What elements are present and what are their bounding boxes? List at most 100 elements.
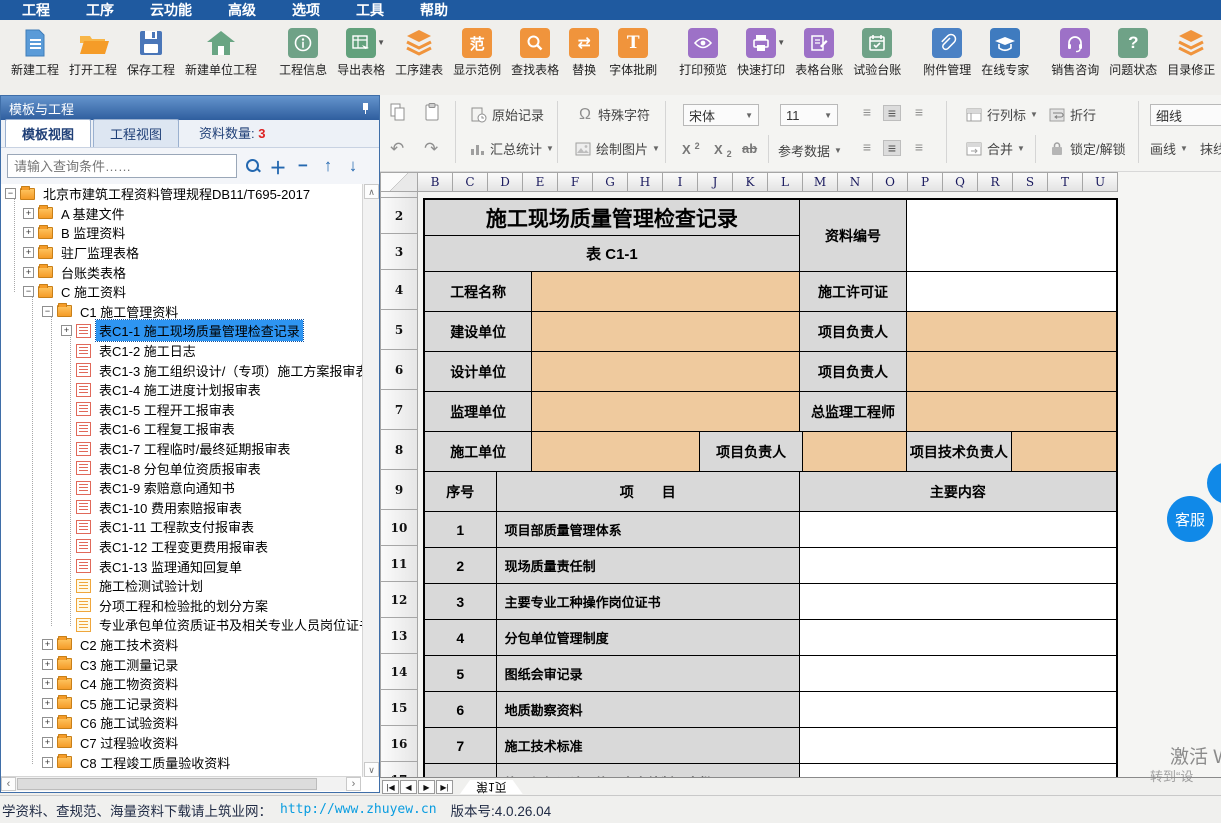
menu-help[interactable]: 帮助 [402,0,466,20]
tree-item[interactable]: 分项工程和检验批的划分方案 [1,595,363,615]
customer-service-button[interactable]: 客服 [1167,496,1213,542]
wrap-text-button[interactable]: 折行 [1048,105,1096,124]
column-header[interactable]: C [453,172,488,192]
row-header[interactable]: 14 [380,654,418,690]
expand-icon[interactable] [42,659,53,670]
tree-item[interactable]: C3 施工测量记录 [1,654,363,674]
item-content-cell[interactable] [800,548,1116,583]
tree-item[interactable]: 专业承包单位资质证书及相关专业人员岗位证书 [1,615,363,635]
label-cell[interactable]: 施工许可证 [800,272,907,311]
item-no-cell[interactable]: 3 [425,584,497,619]
row-header[interactable]: 11 [380,546,418,582]
column-header[interactable]: I [663,172,698,192]
dropdown-arrow-icon[interactable] [377,38,385,47]
row-header[interactable]: 13 [380,618,418,654]
item-name-cell[interactable]: 施工技术标准 [497,728,800,763]
row-header[interactable]: 9 [380,470,418,510]
row-header[interactable]: 12 [380,582,418,618]
last-sheet-icon[interactable] [436,780,453,794]
font-name-select[interactable]: 宋体 [683,104,759,126]
first-sheet-icon[interactable] [382,780,399,794]
item-no-cell[interactable]: 7 [425,728,497,763]
item-name-cell[interactable]: 项目部质量管理体系 [497,512,800,547]
label-cell[interactable]: 项目负责人 [700,432,802,471]
next-sheet-icon[interactable] [418,780,435,794]
doc-number-value-cell[interactable] [907,200,1116,271]
sheet-tab[interactable]: 第1页 [460,780,523,794]
tree-item[interactable]: 表C1-2 施工日志 [1,341,363,361]
item-content-cell[interactable] [800,656,1116,691]
tree-item[interactable]: 表C1-6 工程复工报审表 [1,419,363,439]
label-cell[interactable]: 监理单位 [425,392,532,431]
expand-icon[interactable] [42,757,53,768]
label-cell[interactable]: 总监理工程师 [800,392,907,431]
tree-item[interactable]: C6 施工试验资料 [1,713,363,733]
menu-cloud[interactable]: 云功能 [132,0,210,20]
item-name-cell[interactable]: 主要专业工种操作岗位证书 [497,584,800,619]
column-header[interactable]: U [1083,172,1118,192]
tree-item-root[interactable]: 北京市建筑工程资料管理规程DB11/T695-2017 [1,184,363,204]
column-header[interactable]: L [768,172,803,192]
row-header[interactable]: 4 [380,270,418,310]
column-header[interactable]: S [1013,172,1048,192]
draw-picture-button[interactable]: 绘制图片 [574,139,660,158]
tab-project-view[interactable]: 工程视图 [93,119,179,147]
process-table-button[interactable]: 工序建表 [390,24,448,80]
menu-advanced[interactable]: 高级 [210,0,274,20]
tree-item-selected[interactable]: 表C1-1 施工现场质量管理检查记录 [1,321,363,341]
tree-item[interactable]: 表C1-13 监理通知回复单 [1,556,363,576]
item-content-cell[interactable] [800,584,1116,619]
catalog-fix-button[interactable]: 目录修正 [1162,24,1220,80]
column-header[interactable]: H [628,172,663,192]
online-expert-button[interactable]: 在线专家 [976,24,1034,80]
form-title-block[interactable]: 施工现场质量管理检查记录 表 C1-1 [425,200,800,271]
align-top-button[interactable] [858,105,876,121]
item-name-cell[interactable]: 地质勘察资料 [497,692,800,727]
list-header-content[interactable]: 主要内容 [800,472,1116,511]
copy-button[interactable] [390,103,406,121]
attachment-button[interactable]: 附件管理 [918,24,976,80]
item-content-cell[interactable] [800,728,1116,763]
scroll-down-icon[interactable]: ∨ [364,762,379,777]
list-header-item[interactable]: 项 目 [497,472,800,511]
expand-icon[interactable] [42,639,53,650]
row-header[interactable]: 6 [380,350,418,390]
tree-horizontal-scrollbar[interactable]: ‹ › [1,776,361,791]
select-all-corner[interactable] [380,172,418,192]
item-name-cell[interactable]: 施工组织设计、施工方案编制及审批 [497,764,800,777]
font-brush-button[interactable]: 字体批刷 [604,24,662,80]
tree-item[interactable]: C5 施工记录资料 [1,693,363,713]
line-style-select[interactable]: 细线 [1150,104,1221,126]
rowcol-header-button[interactable]: 行列标 [965,105,1038,124]
special-char-button[interactable]: Ω特殊字符 [576,105,650,124]
replace-button[interactable]: 替换 [564,24,604,80]
item-no-cell[interactable]: 1 [425,512,497,547]
expand-icon[interactable] [23,267,34,278]
project-info-button[interactable]: 工程信息 [274,24,332,80]
input-cell[interactable] [532,272,799,311]
open-project-button[interactable]: 打开工程 [64,24,122,80]
erase-line-button[interactable]: 抹线 [1200,139,1221,158]
column-header[interactable]: R [978,172,1013,192]
save-project-button[interactable]: 保存工程 [122,24,180,80]
new-project-button[interactable]: 新建工程 [6,24,64,80]
row-header[interactable]: 7 [380,390,418,430]
test-ledger-button[interactable]: 试验台账 [848,24,906,80]
menu-process[interactable]: 工序 [68,0,132,20]
website-link[interactable]: http://www.zhuyew.cn [280,802,437,817]
row-header[interactable]: 10 [380,510,418,546]
label-cell[interactable]: 建设单位 [425,312,532,351]
sales-consult-button[interactable]: 销售咨询 [1046,24,1104,80]
item-name-cell[interactable]: 分包单位管理制度 [497,620,800,655]
column-header[interactable]: G [593,172,628,192]
tree-item[interactable]: 表C1-3 施工组织设计/（专项）施工方案报审表 [1,360,363,380]
tree-item[interactable]: 表C1-10 费用索赔报审表 [1,498,363,518]
item-no-cell[interactable]: 6 [425,692,497,727]
tree-item[interactable]: 表C1-8 分包单位资质报审表 [1,458,363,478]
tree-vertical-scrollbar[interactable]: ∧ ∨ [362,184,379,777]
column-header[interactable]: B [418,172,453,192]
subscript-button[interactable]: X [714,141,732,159]
column-header[interactable]: D [488,172,523,192]
collapse-icon[interactable] [23,286,34,297]
menu-options[interactable]: 选项 [274,0,338,20]
